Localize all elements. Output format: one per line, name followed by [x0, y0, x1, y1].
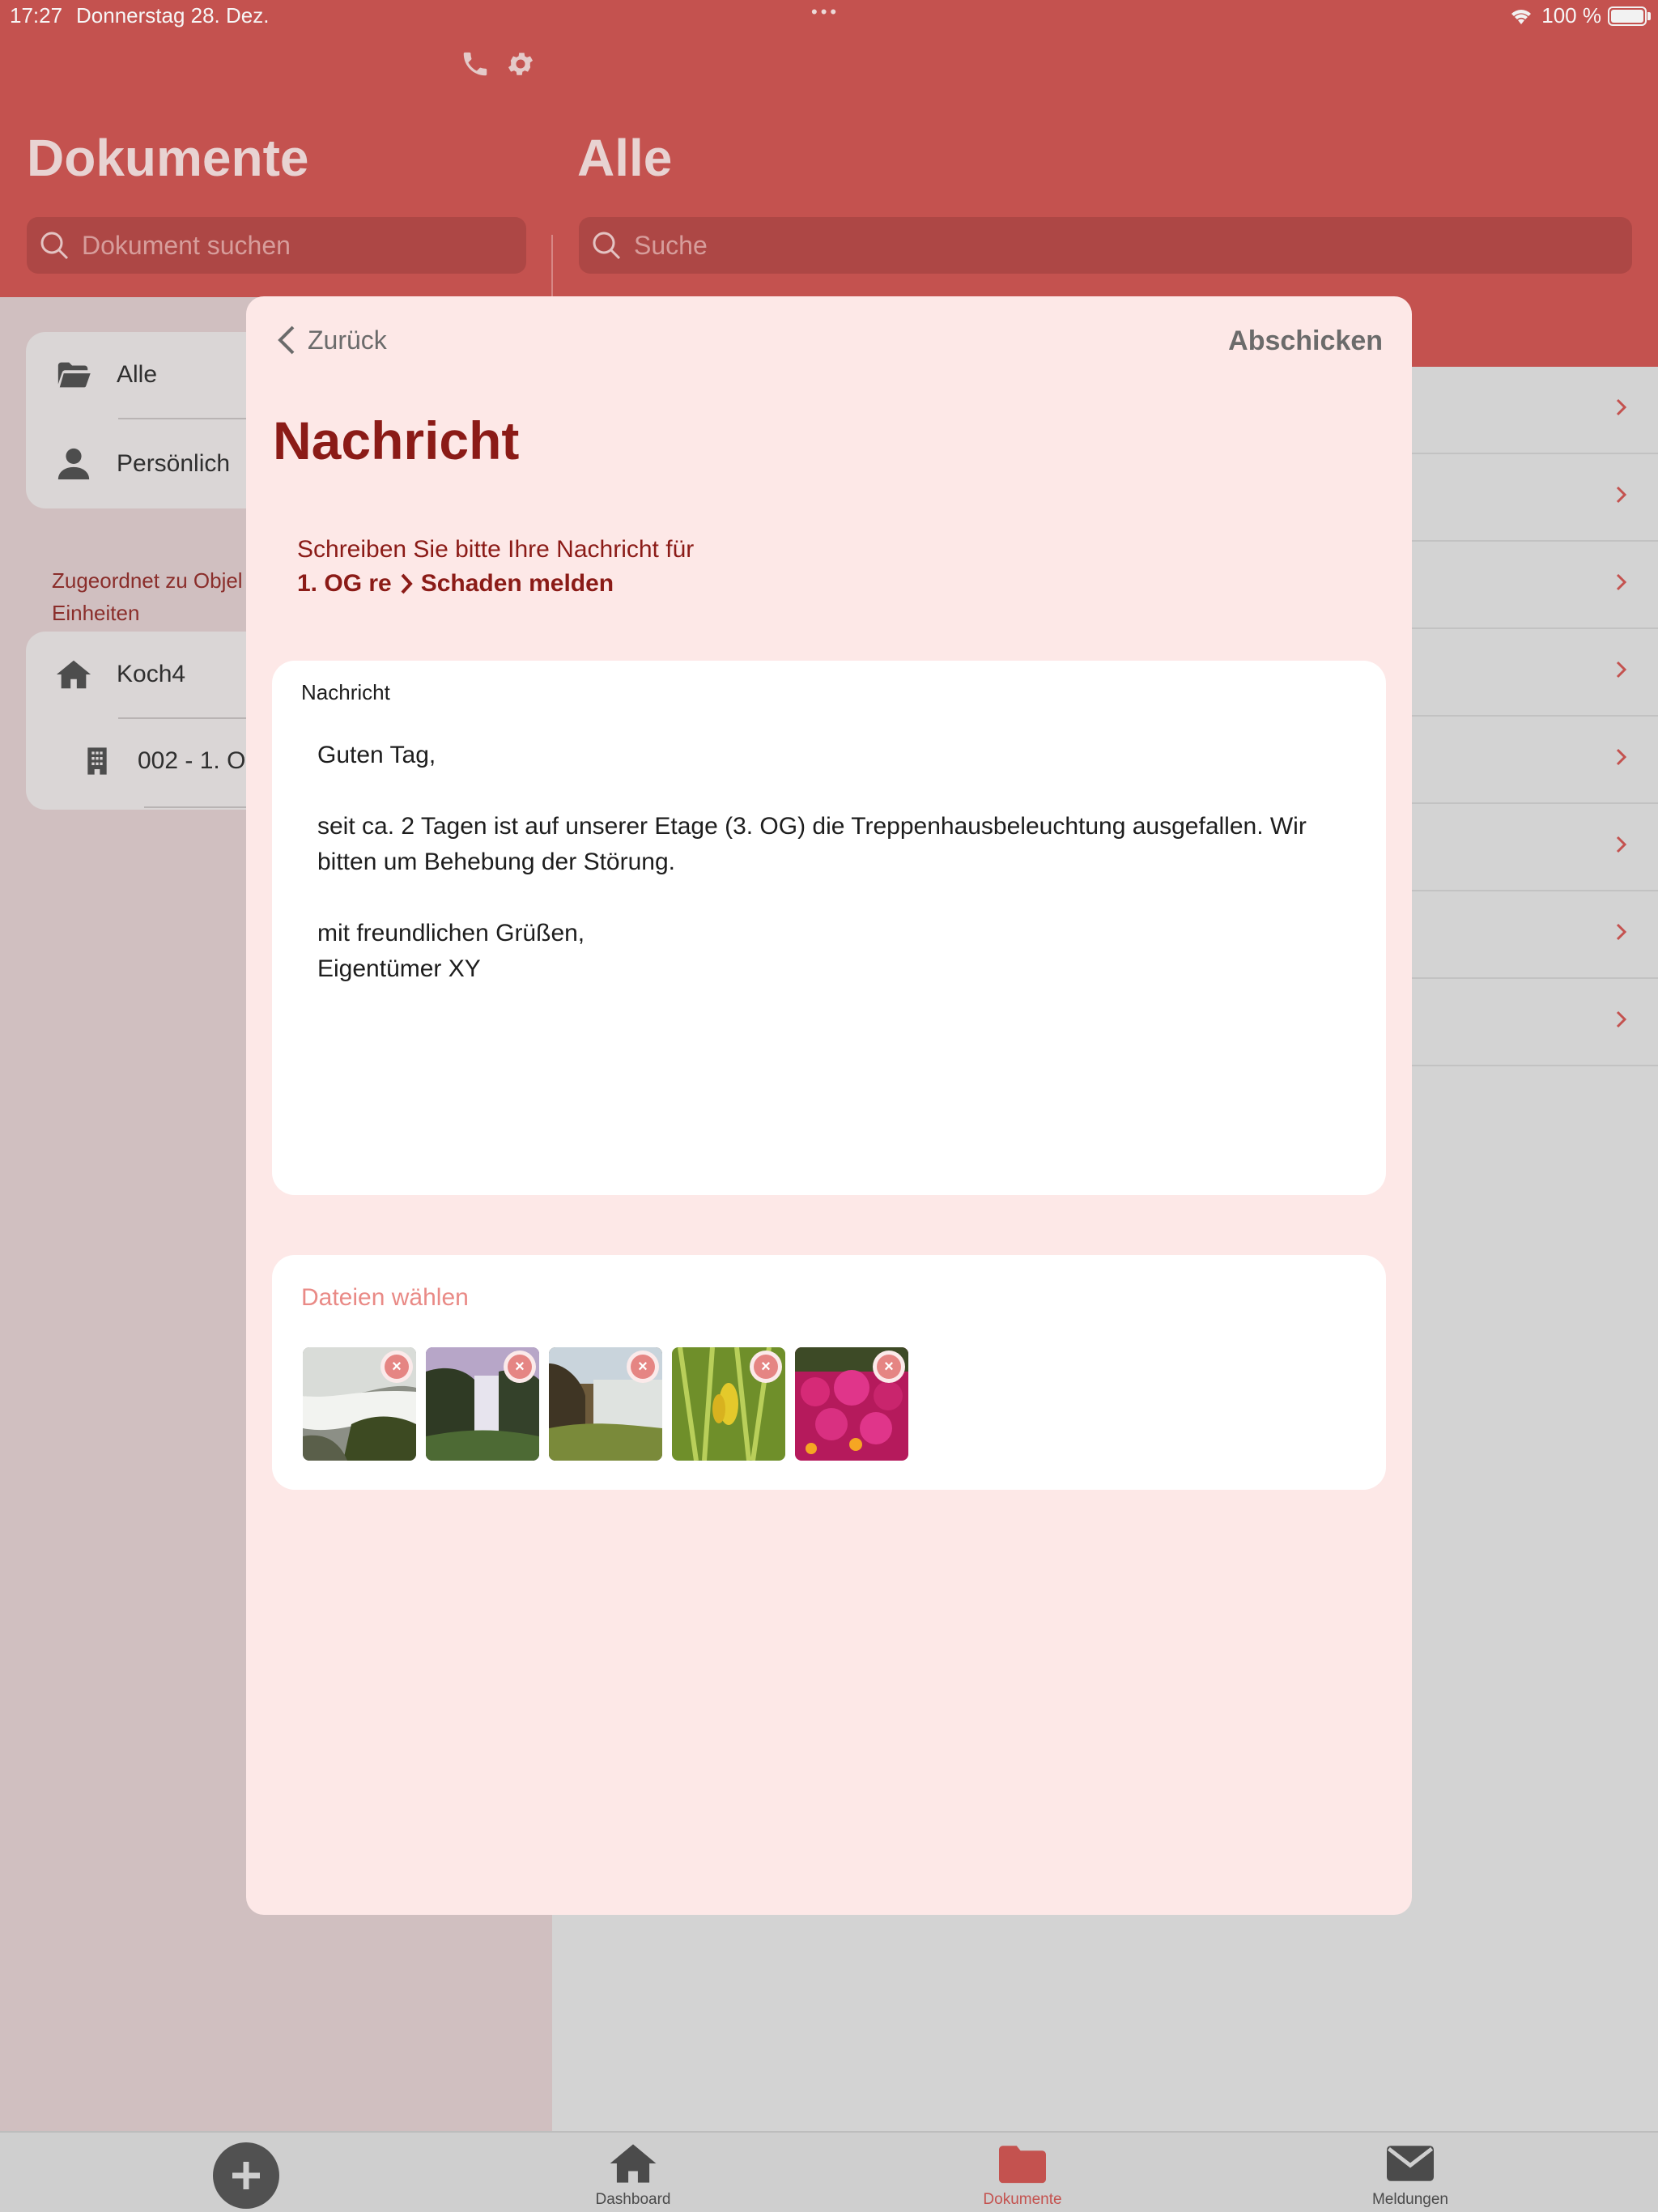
phone-icon[interactable] — [460, 49, 491, 79]
sidebar-item-koch4[interactable]: Koch4 — [55, 656, 185, 693]
house-icon — [610, 2144, 657, 2183]
multitasking-dots-icon[interactable]: ••• — [811, 2, 840, 23]
tab-label: Dashboard — [595, 2191, 671, 2208]
battery-icon — [1608, 6, 1647, 26]
intro-text-block: Schreiben Sie bitte Ihre Nachricht für 1… — [297, 533, 694, 601]
building-icon — [87, 747, 107, 775]
sidebar-item-unit[interactable]: 002 - 1. OG — [81, 745, 265, 777]
close-icon: × — [877, 1355, 901, 1379]
breadcrumb-action: Schaden melden — [420, 570, 614, 597]
chevron-right-icon — [1611, 485, 1630, 504]
page-title-right: Alle — [577, 129, 673, 187]
status-right: 100 % — [1509, 3, 1601, 28]
list-item[interactable] — [1409, 804, 1658, 891]
envelope-icon — [1387, 2146, 1434, 2181]
wifi-icon — [1511, 9, 1532, 24]
attachment-thumbnail[interactable]: × — [549, 1347, 662, 1461]
sidebar-item-alle[interactable]: Alle — [55, 356, 157, 393]
remove-attachment-button[interactable]: × — [627, 1351, 659, 1383]
chevron-right-icon — [1611, 835, 1630, 854]
breadcrumb-unit: 1. OG re — [297, 570, 392, 597]
chevron-right-icon — [1611, 572, 1630, 592]
search-placeholder: Suche — [634, 230, 708, 260]
document-search-input[interactable]: Dokument suchen — [27, 217, 526, 274]
list-item[interactable] — [1409, 454, 1658, 542]
search-input[interactable]: Suche — [579, 217, 1632, 274]
back-button[interactable]: Zurück — [275, 324, 387, 356]
person-icon — [57, 448, 90, 480]
chevron-right-icon — [1611, 922, 1630, 942]
tab-label: Dokumente — [983, 2191, 1062, 2208]
page-title-left: Dokumente — [27, 129, 309, 187]
attachment-thumbnail[interactable]: × — [795, 1347, 908, 1461]
search-icon — [40, 232, 69, 260]
chevron-right-icon — [1611, 1010, 1630, 1029]
message-field-label: Nachricht — [301, 680, 390, 704]
message-textarea[interactable]: Guten Tag, seit ca. 2 Tagen ist auf unse… — [317, 738, 1354, 987]
header-actions — [460, 49, 536, 79]
sidebar-item-persoenlich[interactable]: Persönlich — [55, 445, 230, 483]
list-item[interactable] — [1409, 717, 1658, 804]
remove-attachment-button[interactable]: × — [873, 1351, 905, 1383]
folder-icon — [999, 2146, 1046, 2184]
file-picker: Dateien wählen × × × × × — [272, 1255, 1386, 1490]
chevron-left-icon — [278, 325, 295, 355]
attachment-list: × × × × × — [303, 1347, 908, 1461]
battery-tip — [1647, 12, 1651, 20]
battery-percent: 100 % — [1541, 3, 1601, 28]
send-button[interactable]: Abschicken — [1228, 325, 1383, 357]
sidebar-item-label: Alle — [117, 361, 158, 388]
search-placeholder: Dokument suchen — [82, 230, 291, 260]
add-button[interactable] — [213, 2142, 279, 2209]
list-item[interactable] — [1409, 629, 1658, 717]
sheet-title: Nachricht — [273, 410, 520, 470]
list-item[interactable] — [1409, 979, 1658, 1066]
tab-dashboard[interactable]: Dashboard — [552, 2142, 714, 2209]
close-icon: × — [754, 1355, 778, 1379]
folder-open-icon — [57, 362, 91, 388]
attachment-thumbnail[interactable]: × — [672, 1347, 785, 1461]
sidebar-group-label: Zugeordnet zu Objel Einheiten — [52, 568, 243, 625]
tab-dokumente[interactable]: Dokumente — [942, 2142, 1103, 2209]
tab-label: Meldungen — [1371, 2191, 1449, 2208]
sidebar-item-label: Persönlich — [117, 450, 231, 477]
close-icon: × — [631, 1355, 655, 1379]
chevron-right-icon — [401, 573, 413, 594]
choose-files-button[interactable]: Dateien wählen — [301, 1284, 469, 1312]
attachment-thumbnail[interactable]: × — [303, 1347, 416, 1461]
status-bar: 17:27 Donnerstag 28. Dez. ••• 100 % — [0, 0, 1658, 32]
house-icon — [56, 660, 91, 689]
chevron-right-icon — [1611, 660, 1630, 679]
remove-attachment-button[interactable]: × — [750, 1351, 782, 1383]
plus-icon — [232, 2162, 260, 2189]
intro-text: Schreiben Sie bitte Ihre Nachricht für — [297, 536, 695, 563]
status-time: 17:27 — [10, 3, 63, 28]
back-label: Zurück — [308, 325, 387, 355]
split-divider — [551, 235, 553, 300]
status-date: Donnerstag 28. Dez. — [76, 3, 270, 28]
remove-attachment-button[interactable]: × — [504, 1351, 536, 1383]
close-icon: × — [385, 1355, 409, 1379]
chevron-right-icon — [1611, 747, 1630, 767]
attachment-thumbnail[interactable]: × — [426, 1347, 539, 1461]
list-item[interactable] — [1409, 891, 1658, 979]
search-icon — [593, 232, 621, 260]
tab-meldungen[interactable]: Meldungen — [1329, 2142, 1491, 2209]
list-item[interactable] — [1409, 367, 1658, 454]
close-icon: × — [508, 1355, 532, 1379]
gear-icon[interactable] — [505, 49, 536, 79]
remove-attachment-button[interactable]: × — [380, 1351, 413, 1383]
chevron-right-icon — [1611, 398, 1630, 417]
breadcrumb: 1. OG re Schaden melden — [297, 567, 694, 601]
list-item[interactable] — [1409, 542, 1658, 629]
message-field[interactable]: Nachricht Guten Tag, seit ca. 2 Tagen is… — [272, 661, 1386, 1195]
sidebar-item-label: Koch4 — [117, 661, 186, 687]
message-sheet: Zurück Abschicken Nachricht Schreiben Si… — [246, 296, 1412, 1915]
